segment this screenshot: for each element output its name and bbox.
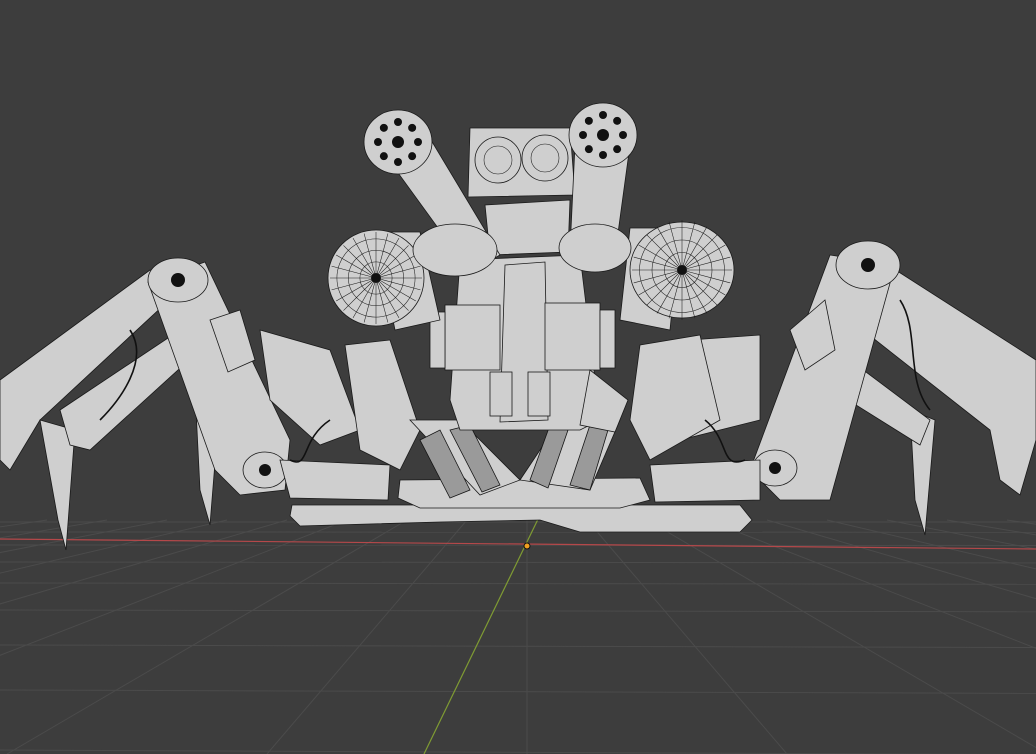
floor-grid (0, 519, 1036, 754)
barrel-hub (597, 129, 609, 141)
barrel-hole (613, 145, 622, 154)
grid-line (0, 609, 1036, 613)
grid-line (266, 519, 468, 754)
grid-line (766, 519, 1036, 600)
barrel-hole (584, 145, 593, 154)
barrel-hole (394, 158, 402, 166)
right-gun-barrels (579, 111, 627, 159)
3d-viewport[interactable] (0, 0, 1036, 754)
grid-line (0, 519, 168, 554)
barrel-hole (394, 118, 402, 126)
viewport-canvas[interactable] (0, 0, 1036, 754)
barrel-hole (408, 152, 417, 161)
grid-line (0, 519, 48, 528)
left-gun-barrels (374, 118, 422, 166)
grid-line (0, 519, 228, 574)
barrel-hole (379, 152, 388, 161)
grid-line (826, 519, 1036, 570)
barrel-hole (374, 138, 382, 146)
robot-model[interactable] (0, 102, 1036, 551)
grid-line (0, 519, 348, 656)
barrel-hole (599, 151, 607, 159)
grid-line (1006, 519, 1036, 525)
grid-line (0, 561, 1036, 564)
central-body[interactable] (429, 254, 629, 433)
barrel-hole (379, 123, 388, 132)
barrel-hub (392, 136, 404, 148)
barrel-hole (599, 111, 607, 119)
barrel-hole (584, 116, 593, 125)
barrel-hole (613, 116, 622, 125)
grid-line (0, 749, 1014, 754)
barrel-hole (579, 131, 587, 139)
grid-line (0, 582, 1036, 585)
grid-line (0, 689, 1036, 694)
grid-line (0, 519, 108, 539)
right-side-drum[interactable] (619, 220, 735, 331)
grid-line (0, 644, 1036, 648)
barrel-hole (414, 138, 422, 146)
grid-line (946, 519, 1036, 536)
x-axis-line (0, 538, 1036, 550)
grid-line (586, 519, 788, 754)
grid-line (0, 544, 1036, 546)
origin-point[interactable] (523, 542, 531, 550)
barrel-hole (408, 123, 417, 132)
barrel-hole (619, 131, 627, 139)
grid-line (6, 519, 408, 754)
grid-line (0, 519, 288, 605)
grid-line (886, 519, 1036, 550)
